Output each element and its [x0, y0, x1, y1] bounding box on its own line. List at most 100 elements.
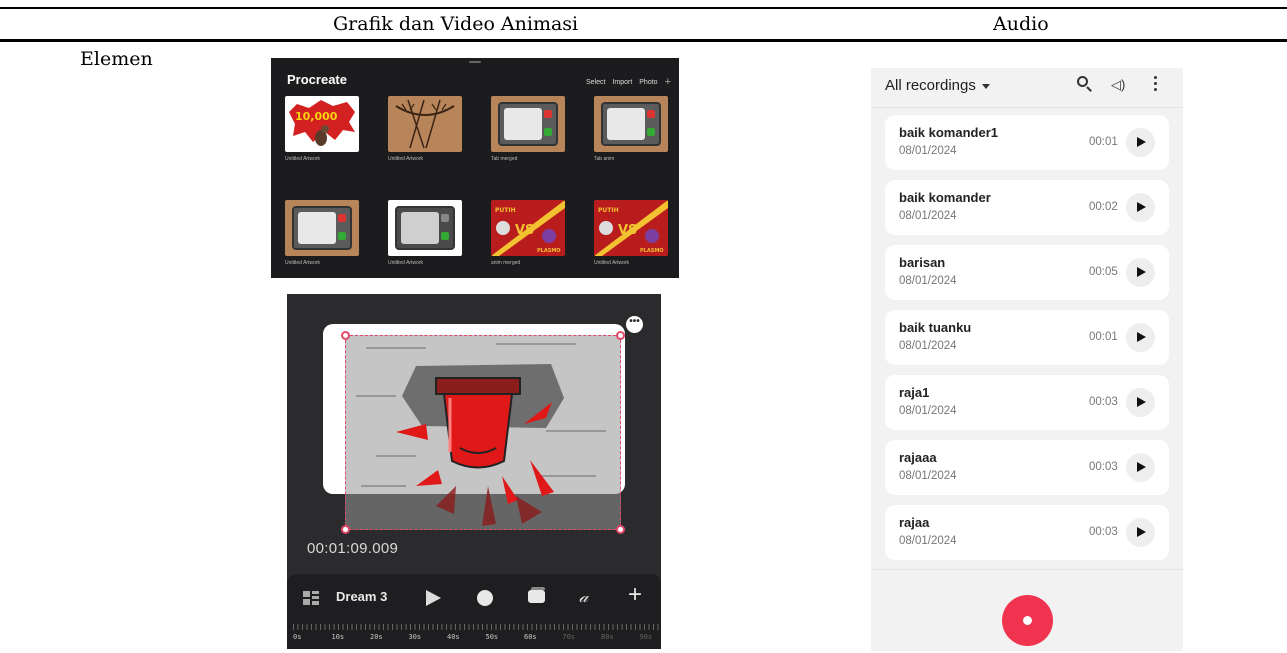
table-top-rule: [0, 7, 1287, 9]
artwork-name: Untitled Artwork: [285, 260, 321, 266]
artwork-name: Untitled Artwork: [388, 260, 424, 266]
artwork-thumbnail: PUTIH VS PLASMO: [491, 200, 565, 256]
svg-text:PUTIH: PUTIH: [598, 207, 619, 214]
recording-item[interactable]: baik tuanku 08/01/2024 00:01: [885, 310, 1169, 365]
artwork-card[interactable]: PUTIH VS PLASMO Untitled Artwork: [594, 200, 668, 266]
add-icon[interactable]: +: [628, 581, 642, 609]
play-icon[interactable]: [1126, 388, 1155, 417]
artwork-name: Untitled Artwork: [594, 260, 630, 266]
ruler-tick-label: 60s: [524, 633, 537, 641]
artwork-card[interactable]: Tab merged: [491, 96, 565, 162]
play-icon[interactable]: [426, 590, 441, 606]
recording-item[interactable]: baik komander1 08/01/2024 00:01: [885, 115, 1169, 170]
recording-name: rajaaa: [899, 450, 937, 465]
gallery-actions: Select Import Photo +: [586, 76, 671, 88]
recording-date: 08/01/2024: [899, 210, 957, 222]
speaker-icon[interactable]: ◁): [1111, 77, 1125, 93]
selection-frame[interactable]: [345, 335, 621, 530]
recording-item[interactable]: rajaa 08/01/2024 00:03: [885, 505, 1169, 560]
artwork-thumbnail: [491, 96, 565, 152]
filter-label: All recordings: [885, 77, 976, 94]
play-icon[interactable]: [1126, 453, 1155, 482]
recording-duration: 00:02: [1089, 201, 1118, 213]
play-icon[interactable]: [1126, 128, 1155, 157]
ruler-tick-label: 40s: [447, 633, 460, 641]
recording-duration: 00:03: [1089, 461, 1118, 473]
artwork-name: Tab anim: [594, 156, 615, 162]
artwork-name: Untitled Artwork: [388, 156, 424, 162]
recording-date: 08/01/2024: [899, 340, 957, 352]
ruler-tick-label: 80s: [601, 633, 614, 641]
new-canvas-plus-icon[interactable]: +: [665, 76, 671, 88]
more-vert-icon[interactable]: [1154, 76, 1158, 92]
ruler-tick-label: 0s: [293, 633, 302, 641]
ruler-tick-label: 50s: [485, 633, 499, 641]
artwork-thumbnail: PUTIH VS PLASMO: [594, 200, 668, 256]
artwork-thumbnail: [285, 200, 359, 256]
artwork-card[interactable]: Untitled Artwork: [388, 200, 462, 266]
recording-item[interactable]: barisan 08/01/2024 00:05: [885, 245, 1169, 300]
drag-handle[interactable]: [469, 61, 481, 63]
artwork-card[interactable]: Untitled Artwork: [388, 96, 462, 162]
recording-duration: 00:03: [1089, 396, 1118, 408]
voice-recorder-screenshot: All recordings ◁) baik komander1 08/01/20…: [871, 68, 1183, 651]
play-icon[interactable]: [1126, 258, 1155, 287]
animation-toolbar: Dream 3 𝒶 + 0s 10s 20s 30s 40s 50s 60s 70s 80s 90…: [287, 574, 661, 649]
artwork-card[interactable]: PUTIH VS PLASMO anim merged: [491, 200, 565, 266]
selection-handle[interactable]: [616, 331, 625, 340]
recording-date: 08/01/2024: [899, 470, 957, 482]
selection-handle[interactable]: [341, 331, 350, 340]
ruler-tick-label: 70s: [562, 633, 576, 641]
recorder-header: All recordings ◁): [871, 68, 1183, 108]
layers-icon[interactable]: [528, 587, 545, 603]
recording-item[interactable]: baik komander 08/01/2024 00:02: [885, 180, 1169, 235]
artwork-card[interactable]: 10,000 Untitled Artwork: [285, 96, 359, 162]
caret-down-icon: [981, 83, 990, 89]
artwork-card[interactable]: Untitled Artwork: [285, 200, 359, 266]
artwork-red-cup: [356, 343, 606, 526]
play-icon[interactable]: [1126, 518, 1155, 547]
recording-name: baik komander1: [899, 125, 998, 140]
recording-name: rajaa: [899, 515, 930, 530]
recording-duration: 00:01: [1089, 331, 1118, 343]
select-button[interactable]: Select: [586, 79, 605, 86]
recording-date: 08/01/2024: [899, 275, 957, 287]
record-button[interactable]: [1002, 595, 1053, 646]
recording-name: barisan: [899, 255, 946, 270]
import-button[interactable]: Import: [612, 79, 632, 86]
row-label-elemen: Elemen: [80, 48, 153, 70]
procreate-gallery-screenshot: Procreate Select Import Photo + 10,000 U…: [271, 58, 679, 278]
procreate-title: Procreate: [287, 72, 347, 87]
animation-editor-screenshot: ••• 00:01:09.009 Dream 3 𝒶 + 0s 10s 20s 30s…: [287, 294, 661, 649]
artwork-thumbnail: [388, 200, 462, 256]
selection-handle[interactable]: [341, 525, 350, 534]
photo-button[interactable]: Photo: [639, 79, 657, 86]
recording-name: baik tuanku: [899, 320, 972, 335]
gallery-grid-icon[interactable]: [303, 591, 319, 605]
svg-text:PLASMO: PLASMO: [640, 248, 664, 254]
brush-icon[interactable]: 𝒶: [579, 587, 588, 607]
recorder-bottom-bar: [871, 569, 1183, 651]
svg-text:PUTIH: PUTIH: [495, 207, 516, 214]
recording-item[interactable]: rajaaa 08/01/2024 00:03: [885, 440, 1169, 495]
project-name[interactable]: Dream 3: [336, 589, 387, 604]
artwork-thumbnail: 10,000: [285, 96, 359, 152]
selection-handle[interactable]: [616, 525, 625, 534]
recording-duration: 00:05: [1089, 266, 1118, 278]
ruler-tick-label: 90s: [639, 633, 653, 641]
recordings-filter-dropdown[interactable]: All recordings: [885, 77, 990, 94]
artwork-name: Tab merged: [491, 156, 518, 162]
more-options-icon[interactable]: •••: [626, 316, 643, 333]
artwork-card[interactable]: Tab anim: [594, 96, 668, 162]
svg-text:VS: VS: [515, 223, 534, 238]
ruler-tick-label: 10s: [331, 633, 345, 641]
record-icon[interactable]: [477, 590, 493, 606]
search-icon[interactable]: [1077, 76, 1092, 93]
svg-text:VS: VS: [618, 223, 637, 238]
timeline-ruler[interactable]: 0s 10s 20s 30s 40s 50s 60s 70s 80s 90s: [293, 620, 659, 646]
recording-name: baik komander: [899, 190, 991, 205]
play-icon[interactable]: [1126, 323, 1155, 352]
recording-date: 08/01/2024: [899, 535, 957, 547]
recording-item[interactable]: raja1 08/01/2024 00:03: [885, 375, 1169, 430]
play-icon[interactable]: [1126, 193, 1155, 222]
